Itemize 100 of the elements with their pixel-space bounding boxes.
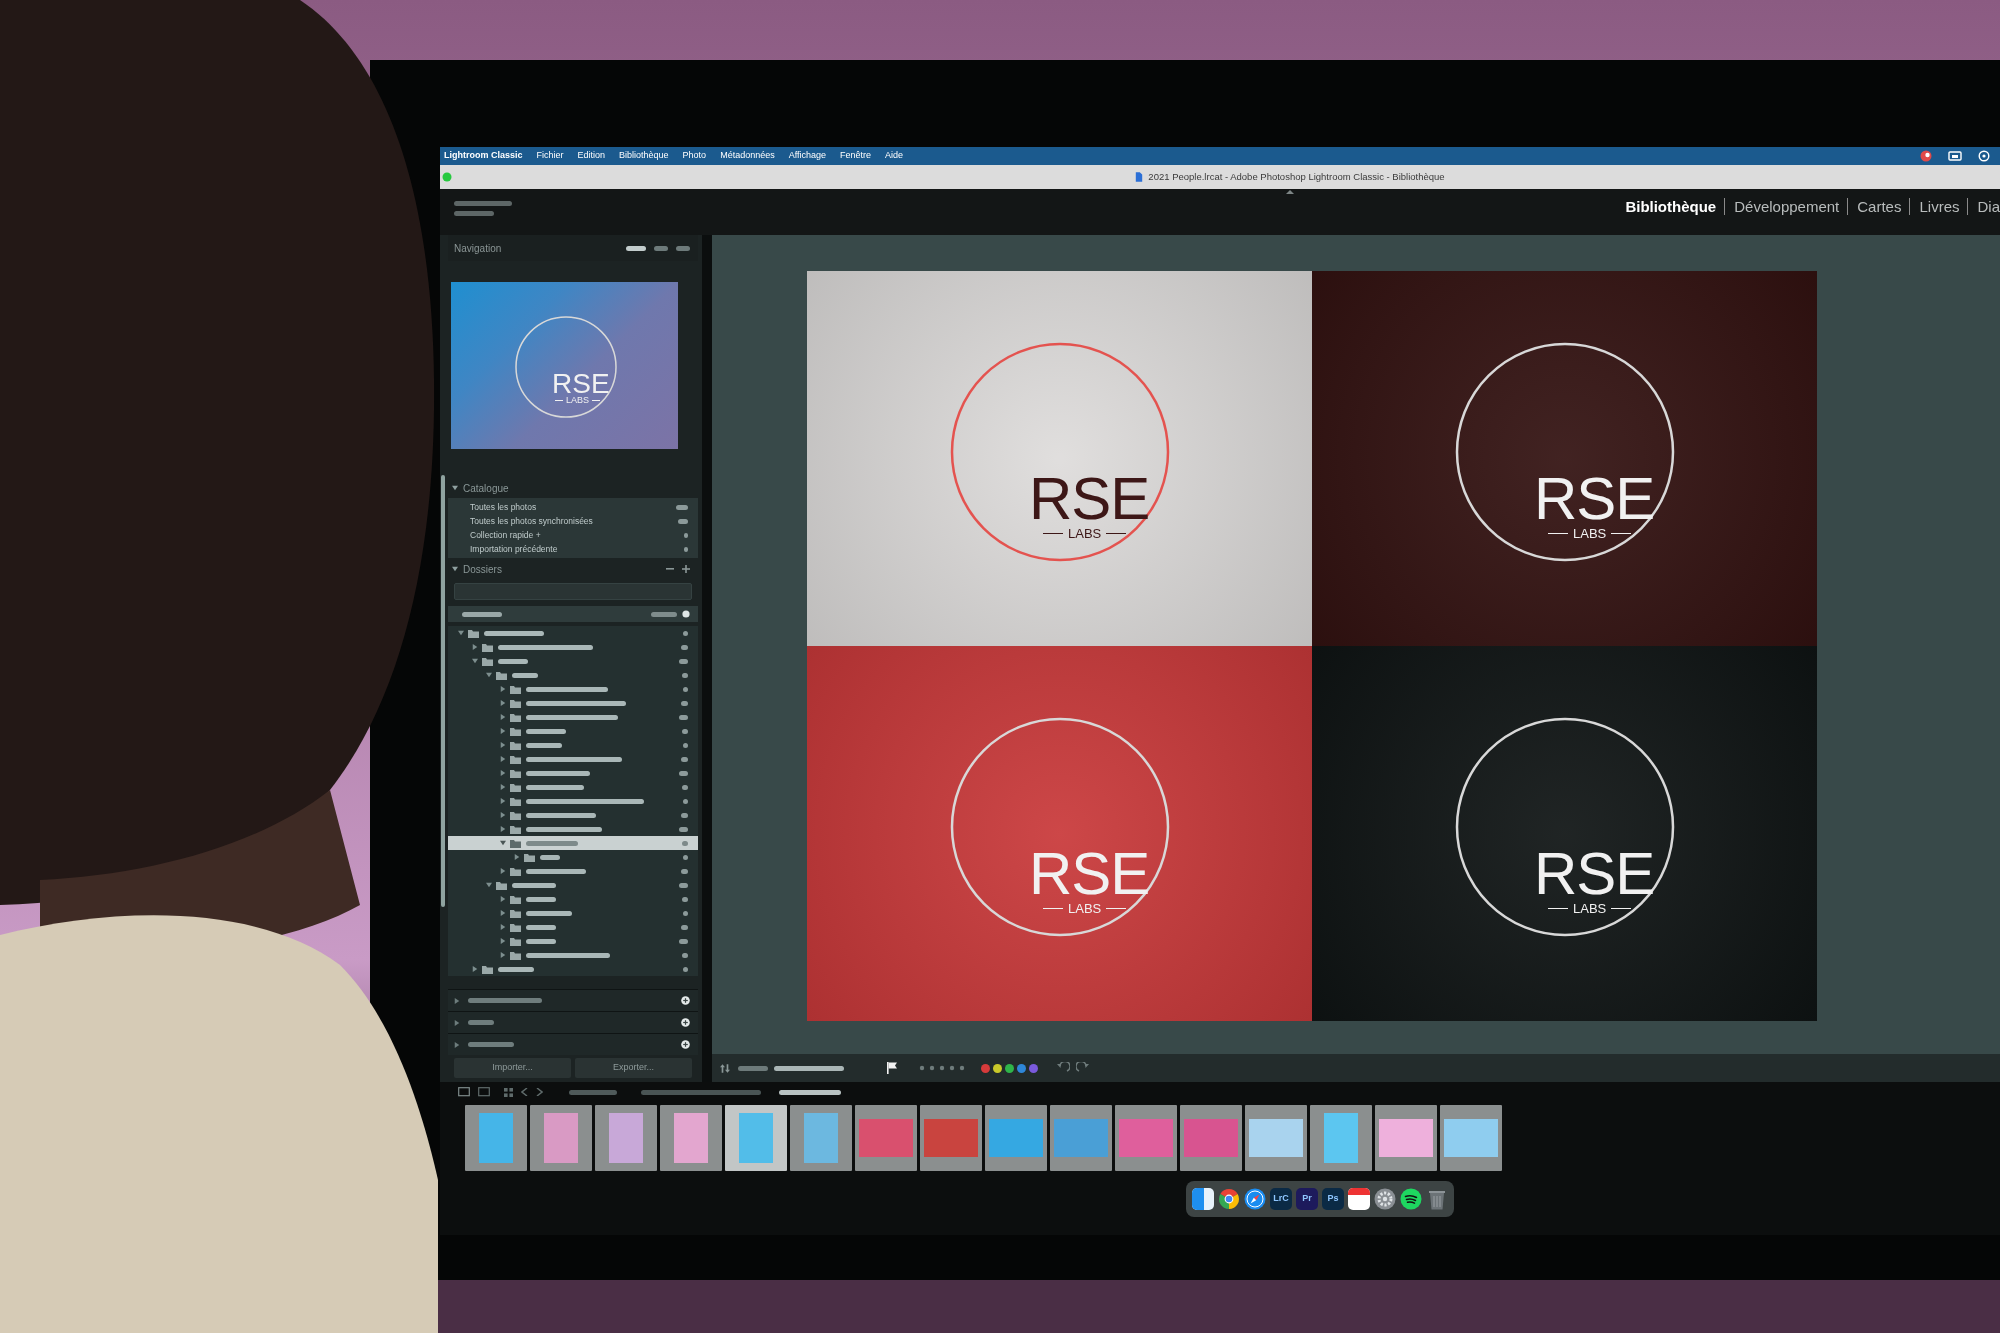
minus-icon[interactable] bbox=[666, 565, 674, 573]
menu-item[interactable]: Edition bbox=[577, 149, 606, 163]
plus-icon[interactable] bbox=[681, 1040, 690, 1049]
plus-icon[interactable] bbox=[681, 1018, 690, 1027]
color-label-icon[interactable] bbox=[993, 1063, 1002, 1073]
disclosure-triangle-icon[interactable] bbox=[452, 566, 458, 572]
sort-icon[interactable] bbox=[720, 1063, 730, 1073]
catalog-item[interactable]: Importation précédente bbox=[448, 542, 698, 556]
disclosure-triangle-icon[interactable] bbox=[486, 882, 492, 888]
folder-row[interactable] bbox=[448, 850, 698, 864]
filmstrip-thumbnail[interactable] bbox=[985, 1105, 1047, 1171]
panel-header[interactable]: Catalogue bbox=[448, 478, 698, 498]
rating-dot-icon[interactable] bbox=[919, 1065, 925, 1071]
rating[interactable] bbox=[919, 1065, 965, 1071]
collapse-arrow-icon[interactable] bbox=[1286, 190, 1294, 194]
display-icon[interactable] bbox=[478, 1087, 490, 1097]
filmstrip-thumbnail[interactable] bbox=[790, 1105, 852, 1171]
folder-row[interactable] bbox=[448, 626, 698, 640]
ring-icon[interactable] bbox=[1978, 150, 1990, 162]
menu-item[interactable]: Métadonnées bbox=[720, 149, 775, 163]
filmstrip-thumbnail[interactable] bbox=[1375, 1105, 1437, 1171]
rating-dot-icon[interactable] bbox=[929, 1065, 935, 1071]
disclosure-triangle-icon[interactable] bbox=[500, 938, 506, 944]
scrollbar[interactable] bbox=[441, 475, 445, 907]
menu-item[interactable]: Fenêtre bbox=[840, 149, 872, 163]
disclosure-triangle-icon[interactable] bbox=[514, 854, 520, 860]
rotate-left-icon[interactable] bbox=[1056, 1062, 1070, 1074]
calendar-icon[interactable] bbox=[1348, 1188, 1370, 1210]
disclosure-triangle-icon[interactable] bbox=[500, 868, 506, 874]
flag-icon[interactable] bbox=[887, 1062, 897, 1074]
segmented-circle-icon[interactable] bbox=[1218, 1188, 1240, 1210]
rating-dot-icon[interactable] bbox=[949, 1065, 955, 1071]
disclosure-triangle-icon[interactable] bbox=[454, 1019, 460, 1026]
disclosure-triangle-icon[interactable] bbox=[500, 770, 506, 776]
module-tab[interactable]: Livres bbox=[1909, 198, 1960, 215]
app-letter-tile[interactable]: LrC bbox=[1270, 1188, 1292, 1210]
disclosure-triangle-icon[interactable] bbox=[472, 966, 478, 972]
folder-row[interactable] bbox=[448, 822, 698, 836]
menu-item[interactable]: Aide bbox=[885, 149, 904, 163]
disclosure-triangle-icon[interactable] bbox=[500, 910, 506, 916]
disclosure-triangle-icon[interactable] bbox=[500, 728, 506, 734]
circle-arcs-icon[interactable] bbox=[1400, 1188, 1422, 1210]
menu-item[interactable]: Fichier bbox=[536, 149, 564, 163]
disclosure-triangle-icon[interactable] bbox=[500, 784, 506, 790]
panel-button[interactable]: Exporter... bbox=[575, 1058, 692, 1078]
catalog-item[interactable]: Toutes les photos bbox=[448, 500, 698, 514]
filmstrip-thumbnail[interactable] bbox=[920, 1105, 982, 1171]
filmstrip-thumbnail[interactable] bbox=[1115, 1105, 1177, 1171]
disclosure-triangle-icon[interactable] bbox=[472, 658, 478, 664]
folder-row[interactable] bbox=[448, 836, 698, 850]
disclosure-triangle-icon[interactable] bbox=[486, 672, 492, 678]
color-label-icon[interactable] bbox=[981, 1063, 990, 1073]
disclosure-triangle-icon[interactable] bbox=[500, 952, 506, 958]
volume-header[interactable] bbox=[448, 606, 698, 622]
disclosure-triangle-icon[interactable] bbox=[500, 700, 506, 706]
filmstrip-thumbnail[interactable] bbox=[530, 1105, 592, 1171]
circle-badge-icon[interactable] bbox=[1920, 150, 1932, 162]
module-tab[interactable]: Cartes bbox=[1847, 198, 1902, 215]
catalog-item[interactable]: Collection rapide + bbox=[448, 528, 698, 542]
disclosure-triangle-icon[interactable] bbox=[452, 485, 458, 491]
plus-icon[interactable] bbox=[682, 565, 690, 573]
plus-icon[interactable] bbox=[681, 996, 690, 1005]
color-label-icon[interactable] bbox=[1017, 1063, 1026, 1073]
menu-item[interactable]: Bibliothèque bbox=[619, 149, 669, 163]
rotate-right-icon[interactable] bbox=[1076, 1062, 1090, 1074]
panel-header[interactable] bbox=[448, 989, 698, 1011]
disclosure-triangle-icon[interactable] bbox=[500, 840, 506, 846]
filmstrip-thumbnail[interactable] bbox=[660, 1105, 722, 1171]
panel-header[interactable] bbox=[448, 1033, 698, 1055]
catalog-item[interactable]: Toutes les photos synchronisées bbox=[448, 514, 698, 528]
module-tab[interactable]: Bibliothèque bbox=[1625, 198, 1717, 215]
module-tab[interactable]: Dia bbox=[1967, 198, 2000, 215]
disclosure-triangle-icon[interactable] bbox=[500, 812, 506, 818]
filter-field[interactable] bbox=[454, 583, 692, 600]
disclosure-triangle-icon[interactable] bbox=[458, 630, 464, 636]
folder-row[interactable] bbox=[448, 962, 698, 976]
disclosure-triangle-icon[interactable] bbox=[500, 756, 506, 762]
grid-view-icon[interactable] bbox=[504, 1087, 513, 1097]
disclosure-triangle-icon[interactable] bbox=[500, 798, 506, 804]
filmstrip-thumbnail[interactable] bbox=[1440, 1105, 1502, 1171]
rating-dot-icon[interactable] bbox=[939, 1065, 945, 1071]
app-menu[interactable]: Lightroom Classic bbox=[444, 149, 523, 163]
disclosure-triangle-icon[interactable] bbox=[500, 924, 506, 930]
filmstrip-thumbnail[interactable] bbox=[595, 1105, 657, 1171]
disclosure-triangle-icon[interactable] bbox=[500, 896, 506, 902]
disclosure-triangle-icon[interactable] bbox=[500, 714, 506, 720]
compass-icon[interactable] bbox=[1244, 1188, 1266, 1210]
panel-button[interactable]: Importer... bbox=[454, 1058, 571, 1078]
panel-header[interactable]: Dossiers bbox=[448, 558, 698, 580]
menu-item[interactable]: Photo bbox=[682, 149, 707, 163]
filmstrip-thumbnail[interactable] bbox=[725, 1105, 787, 1171]
disclosure-triangle-icon[interactable] bbox=[454, 997, 460, 1004]
filmstrip-thumbnail[interactable] bbox=[1050, 1105, 1112, 1171]
app-letter-tile[interactable]: Ps bbox=[1322, 1188, 1344, 1210]
split-square-icon[interactable] bbox=[1192, 1188, 1214, 1210]
app-letter-tile[interactable]: Pr bbox=[1296, 1188, 1318, 1210]
module-tab[interactable]: Développement bbox=[1724, 198, 1840, 215]
window-dot-icon[interactable] bbox=[442, 172, 452, 182]
panel-header[interactable] bbox=[448, 1011, 698, 1033]
filmstrip-thumbnail[interactable] bbox=[1180, 1105, 1242, 1171]
